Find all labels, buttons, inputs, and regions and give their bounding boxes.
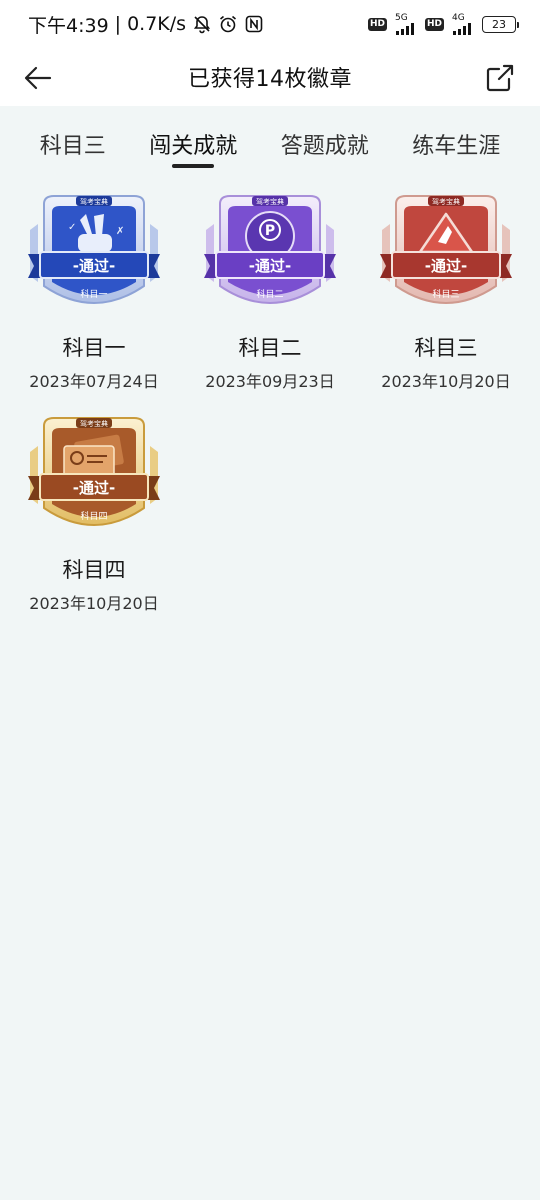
tab-kemu-san[interactable]: 科目三	[40, 124, 106, 170]
status-bar: 下午4:39 | 0.7K/s HD 5G HD 4G 23	[0, 0, 540, 48]
active-tab-indicator	[172, 164, 215, 168]
badge-card[interactable]: 驾考宝典 -通过- 科目三 科目三 2023年10月20日	[358, 190, 534, 392]
badge-grid: 驾考宝典 ✓ ✗ -通过- 科目一 科目一 2023年07月24日 驾考宝典 P…	[0, 190, 540, 614]
svg-text:✓: ✓	[68, 222, 76, 233]
badge-brand: 驾考宝典	[80, 419, 108, 428]
page-title: 已获得14枚徽章	[188, 67, 352, 92]
badge-brand: 驾考宝典	[256, 197, 284, 206]
battery-level: 23	[492, 17, 506, 31]
badge-ribbon-text: -通过-	[249, 257, 291, 275]
nfc-icon	[244, 14, 264, 34]
badge-date: 2023年10月20日	[381, 372, 511, 391]
badge-kemu-yi-icon: 驾考宝典 ✓ ✗ -通过- 科目一	[28, 195, 160, 304]
badge-name: 科目一	[62, 336, 126, 360]
bell-muted-icon	[192, 14, 212, 34]
badge-brand: 驾考宝典	[432, 197, 460, 206]
badge-name: 科目三	[414, 336, 478, 360]
back-arrow-icon	[24, 66, 52, 90]
tab-label: 答题成就	[280, 134, 369, 159]
badge-date: 2023年07月24日	[29, 372, 159, 391]
badge-ribbon-text: -通过-	[73, 479, 115, 497]
hd-badge-2: HD	[424, 17, 444, 31]
badge-date: 2023年10月20日	[29, 594, 159, 613]
badge-name: 科目二	[238, 336, 302, 360]
battery-icon: 23	[482, 15, 519, 33]
net-label-5g: 5G	[394, 12, 408, 23]
alarm-icon	[218, 14, 238, 34]
svg-text:P: P	[265, 223, 275, 239]
badge-kemu-er-icon: 驾考宝典 P -通过- 科目二	[204, 195, 336, 304]
badge-card[interactable]: 驾考宝典 P -通过- 科目二 科目二 2023年09月23日	[182, 190, 358, 392]
badge-plate-text: 科目二	[256, 288, 283, 300]
status-time: 下午4:39	[28, 14, 109, 37]
tab-lianche-shengya[interactable]: 练车生涯	[412, 124, 500, 170]
tab-chuangguan-chengjiu[interactable]: 闯关成就	[149, 124, 237, 170]
badge-plate-text: 科目三	[432, 288, 459, 300]
tab-label: 科目三	[39, 134, 106, 159]
hd-badge-1: HD	[367, 17, 387, 31]
tab-label: 练车生涯	[412, 134, 501, 159]
status-speed: 0.7K/s	[127, 13, 187, 35]
badge-name: 科目四	[62, 558, 126, 582]
net-label-4g: 4G	[452, 12, 465, 23]
badge-kemu-san-icon: 驾考宝典 -通过- 科目三	[380, 195, 512, 304]
badge-card[interactable]: 驾考宝典 -通过- 科目四 科目四 2023年10月20日	[6, 412, 182, 614]
badge-date: 2023年09月23日	[205, 372, 335, 391]
share-icon	[486, 64, 514, 92]
badge-plate-text: 科目四	[80, 510, 107, 522]
header: 已获得14枚徽章	[0, 48, 540, 106]
tab-bar: 科目三 闯关成就 答题成就 练车生涯	[0, 124, 540, 172]
tab-label: 闯关成就	[149, 134, 238, 159]
tab-dati-chengjiu[interactable]: 答题成就	[281, 124, 369, 170]
status-separator: |	[114, 13, 122, 35]
badge-ribbon-text: -通过-	[425, 257, 467, 275]
signal-5g-icon: 5G	[394, 12, 417, 35]
badge-brand: 驾考宝典	[80, 197, 108, 206]
badge-ribbon-text: -通过-	[73, 257, 115, 275]
badge-card[interactable]: 驾考宝典 ✓ ✗ -通过- 科目一 科目一 2023年07月24日	[6, 190, 182, 392]
share-button[interactable]	[482, 60, 518, 96]
badge-plate-text: 科目一	[80, 288, 107, 300]
status-left: 下午4:39 | 0.7K/s	[28, 11, 264, 38]
status-right: HD 5G HD 4G 23	[367, 12, 519, 35]
signal-4g-icon: 4G	[452, 12, 474, 35]
back-button[interactable]	[20, 60, 56, 96]
svg-text:✗: ✗	[116, 226, 124, 237]
badge-kemu-si-icon: 驾考宝典 -通过- 科目四	[28, 417, 160, 526]
